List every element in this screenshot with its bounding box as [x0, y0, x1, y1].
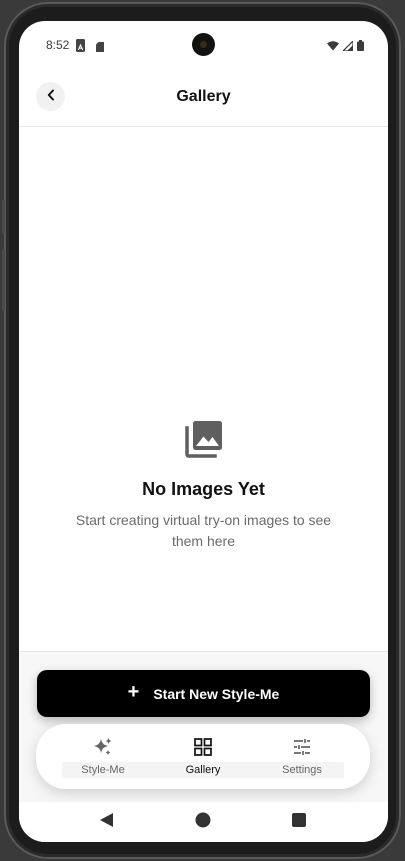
wifi-icon	[327, 38, 339, 56]
start-new-style-me-button[interactable]: + Start New Style-Me	[37, 670, 370, 717]
home-circle-icon[interactable]	[195, 812, 211, 833]
tab-label-gallery: Gallery	[185, 764, 221, 776]
photo-library-icon	[19, 419, 388, 459]
back-triangle-icon[interactable]	[99, 812, 114, 833]
bottom-tab-bar: Style-Me Gallery Settings	[36, 724, 370, 789]
front-camera	[192, 33, 215, 56]
tab-settings[interactable]: Settings	[255, 724, 349, 789]
recents-square-icon[interactable]	[292, 813, 306, 832]
tab-label-settings: Settings	[282, 764, 322, 776]
cta-label: Start New Style-Me	[153, 685, 280, 702]
tab-label-style-me: Style-Me	[81, 764, 125, 776]
plus-icon: +	[127, 681, 140, 703]
system-navigation-bar	[19, 802, 388, 842]
status-bar: 8:52	[19, 21, 388, 69]
signal-icon	[341, 38, 354, 56]
volume-button	[2, 250, 5, 310]
battery-icon	[357, 38, 364, 56]
page-title: Gallery	[176, 88, 231, 105]
power-button	[2, 200, 5, 234]
a-notification-icon	[76, 39, 85, 52]
tab-gallery[interactable]: Gallery	[156, 724, 250, 789]
screen: 8:52 Gallery No Images Yet Start creatin…	[19, 21, 388, 842]
status-time: 8:52	[46, 38, 70, 52]
app-header: Gallery	[19, 69, 388, 127]
status-icons	[327, 38, 364, 56]
empty-state: No Images Yet Start creating virtual try…	[19, 419, 388, 552]
tab-style-me[interactable]: Style-Me	[56, 724, 150, 789]
empty-description: Start creating virtual try-on images to …	[75, 512, 332, 549]
sd-card-icon	[96, 39, 104, 57]
empty-title: No Images Yet	[142, 479, 265, 499]
